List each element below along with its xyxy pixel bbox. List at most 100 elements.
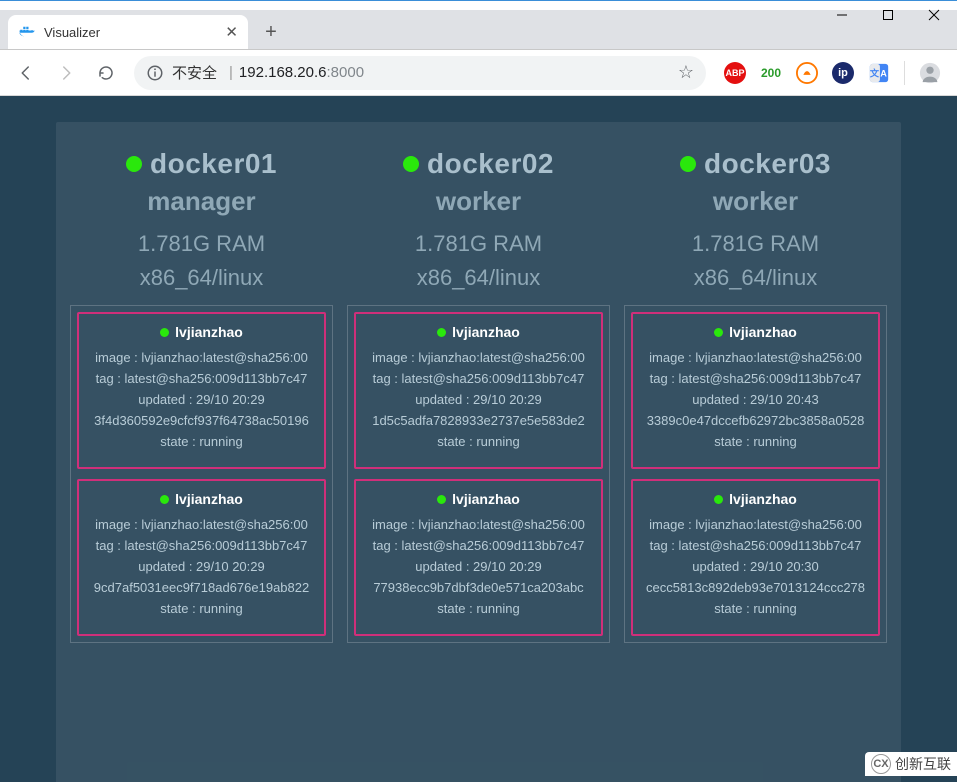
abp-extension-icon[interactable]: ABP bbox=[724, 62, 746, 84]
svg-text:A: A bbox=[880, 68, 887, 78]
task-card[interactable]: lvjianzhao image : lvjianzhao:latest@sha… bbox=[354, 479, 603, 636]
task-card[interactable]: lvjianzhao image : lvjianzhao:latest@sha… bbox=[77, 312, 326, 469]
task-updated: updated : 29/10 20:30 bbox=[637, 559, 874, 574]
browser-tab[interactable]: Visualizer ✕ bbox=[8, 15, 248, 49]
window-maximize-button[interactable] bbox=[865, 0, 911, 30]
task-stack: lvjianzhao image : lvjianzhao:latest@sha… bbox=[347, 305, 610, 643]
task-state: state : running bbox=[83, 434, 320, 449]
node-column: docker01 manager 1.781G RAM x86_64/linux… bbox=[70, 148, 333, 643]
task-state: state : running bbox=[360, 601, 597, 616]
node-arch: x86_64/linux bbox=[694, 265, 818, 291]
counter-extension-icon[interactable]: 200 bbox=[760, 62, 782, 84]
task-tag: tag : latest@sha256:009d113bb7c47 bbox=[360, 371, 597, 386]
node-role: manager bbox=[147, 186, 255, 217]
task-card[interactable]: lvjianzhao image : lvjianzhao:latest@sha… bbox=[354, 312, 603, 469]
task-name: lvjianzhao bbox=[360, 491, 597, 507]
node-ram: 1.781G RAM bbox=[692, 231, 819, 257]
insecure-label: 不安全 bbox=[172, 62, 217, 83]
watermark-icon: CX bbox=[871, 754, 891, 774]
address-bar[interactable]: 不安全 | 192.168.20.6:8000 ☆ bbox=[134, 56, 706, 90]
task-image: image : lvjianzhao:latest@sha256:00 bbox=[637, 517, 874, 532]
tab-close-button[interactable]: ✕ bbox=[225, 23, 238, 41]
new-tab-button[interactable]: + bbox=[256, 17, 286, 47]
task-updated: updated : 29/10 20:29 bbox=[360, 559, 597, 574]
node-role: worker bbox=[713, 186, 798, 217]
task-state: state : running bbox=[637, 601, 874, 616]
translate-extension-icon[interactable]: 文A bbox=[868, 62, 890, 84]
task-image: image : lvjianzhao:latest@sha256:00 bbox=[360, 350, 597, 365]
watermark-text: 创新互联 bbox=[895, 754, 951, 774]
task-name: lvjianzhao bbox=[637, 491, 874, 507]
url-host: 192.168.20.6 bbox=[239, 64, 327, 81]
task-image: image : lvjianzhao:latest@sha256:00 bbox=[637, 350, 874, 365]
ip-extension-icon[interactable]: ip bbox=[832, 62, 854, 84]
task-tag: tag : latest@sha256:009d113bb7c47 bbox=[83, 371, 320, 386]
node-ram: 1.781G RAM bbox=[415, 231, 542, 257]
task-state: state : running bbox=[83, 601, 320, 616]
svg-text:文: 文 bbox=[870, 67, 880, 78]
window-close-button[interactable] bbox=[911, 0, 957, 30]
omnibox-separator: | bbox=[229, 64, 233, 81]
extensions-area: ABP 200 ip 文A bbox=[716, 61, 949, 85]
browser-toolbar: 不安全 | 192.168.20.6:8000 ☆ ABP 200 ip 文A bbox=[0, 50, 957, 96]
task-hash: 3f4d360592e9cfcf937f64738ac50196 bbox=[83, 413, 320, 428]
node-role: worker bbox=[436, 186, 521, 217]
status-dot-icon bbox=[714, 495, 723, 504]
task-name: lvjianzhao bbox=[637, 324, 874, 340]
back-button[interactable] bbox=[8, 55, 44, 91]
page-content: docker01 manager 1.781G RAM x86_64/linux… bbox=[0, 96, 957, 782]
node-arch: x86_64/linux bbox=[140, 265, 264, 291]
tab-title: Visualizer bbox=[44, 25, 217, 40]
task-image: image : lvjianzhao:latest@sha256:00 bbox=[83, 350, 320, 365]
status-dot-icon bbox=[437, 328, 446, 337]
task-name: lvjianzhao bbox=[83, 491, 320, 507]
status-dot-icon bbox=[160, 495, 169, 504]
task-image: image : lvjianzhao:latest@sha256:00 bbox=[360, 517, 597, 532]
docker-favicon bbox=[18, 23, 36, 41]
status-dot-icon bbox=[126, 156, 142, 172]
site-info-icon[interactable] bbox=[146, 64, 164, 82]
status-dot-icon bbox=[714, 328, 723, 337]
task-image: image : lvjianzhao:latest@sha256:00 bbox=[83, 517, 320, 532]
task-state: state : running bbox=[360, 434, 597, 449]
task-hash: 9cd7af5031eec9f718ad676e19ab822 bbox=[83, 580, 320, 595]
task-hash: 1d5c5adfa7828933e2737e5e583de2 bbox=[360, 413, 597, 428]
task-hash: 3389c0e47dccefb62972bc3858a0528 bbox=[637, 413, 874, 428]
task-tag: tag : latest@sha256:009d113bb7c47 bbox=[360, 538, 597, 553]
node-column: docker02 worker 1.781G RAM x86_64/linux … bbox=[347, 148, 610, 643]
task-stack: lvjianzhao image : lvjianzhao:latest@sha… bbox=[624, 305, 887, 643]
task-card[interactable]: lvjianzhao image : lvjianzhao:latest@sha… bbox=[631, 479, 880, 636]
node-title: docker01 bbox=[126, 148, 277, 180]
node-name: docker02 bbox=[427, 148, 554, 180]
url-port: :8000 bbox=[327, 64, 365, 81]
task-hash: 77938ecc9b7dbf3de0e571ca203abc bbox=[360, 580, 597, 595]
toolbar-divider bbox=[904, 61, 905, 85]
task-stack: lvjianzhao image : lvjianzhao:latest@sha… bbox=[70, 305, 333, 643]
window-minimize-button[interactable] bbox=[819, 0, 865, 30]
node-name: docker03 bbox=[704, 148, 831, 180]
task-hash: cecc5813c892deb93e7013124ccc278 bbox=[637, 580, 874, 595]
watermark: CX 创新互联 bbox=[865, 752, 957, 776]
window-controls bbox=[819, 0, 957, 30]
task-updated: updated : 29/10 20:43 bbox=[637, 392, 874, 407]
node-column: docker03 worker 1.781G RAM x86_64/linux … bbox=[624, 148, 887, 643]
task-tag: tag : latest@sha256:009d113bb7c47 bbox=[637, 538, 874, 553]
status-dot-icon bbox=[160, 328, 169, 337]
task-updated: updated : 29/10 20:29 bbox=[360, 392, 597, 407]
node-title: docker02 bbox=[403, 148, 554, 180]
node-name: docker01 bbox=[150, 148, 277, 180]
task-card[interactable]: lvjianzhao image : lvjianzhao:latest@sha… bbox=[77, 479, 326, 636]
tab-strip: Visualizer ✕ + bbox=[0, 10, 957, 50]
profile-avatar-button[interactable] bbox=[919, 62, 941, 84]
task-tag: tag : latest@sha256:009d113bb7c47 bbox=[83, 538, 320, 553]
nodes-row: docker01 manager 1.781G RAM x86_64/linux… bbox=[70, 148, 887, 643]
bookmark-star-icon[interactable]: ☆ bbox=[678, 62, 694, 83]
task-card[interactable]: lvjianzhao image : lvjianzhao:latest@sha… bbox=[631, 312, 880, 469]
avast-extension-icon[interactable] bbox=[796, 62, 818, 84]
node-arch: x86_64/linux bbox=[417, 265, 541, 291]
forward-button[interactable] bbox=[48, 55, 84, 91]
node-ram: 1.781G RAM bbox=[138, 231, 265, 257]
reload-button[interactable] bbox=[88, 55, 124, 91]
status-dot-icon bbox=[437, 495, 446, 504]
task-state: state : running bbox=[637, 434, 874, 449]
